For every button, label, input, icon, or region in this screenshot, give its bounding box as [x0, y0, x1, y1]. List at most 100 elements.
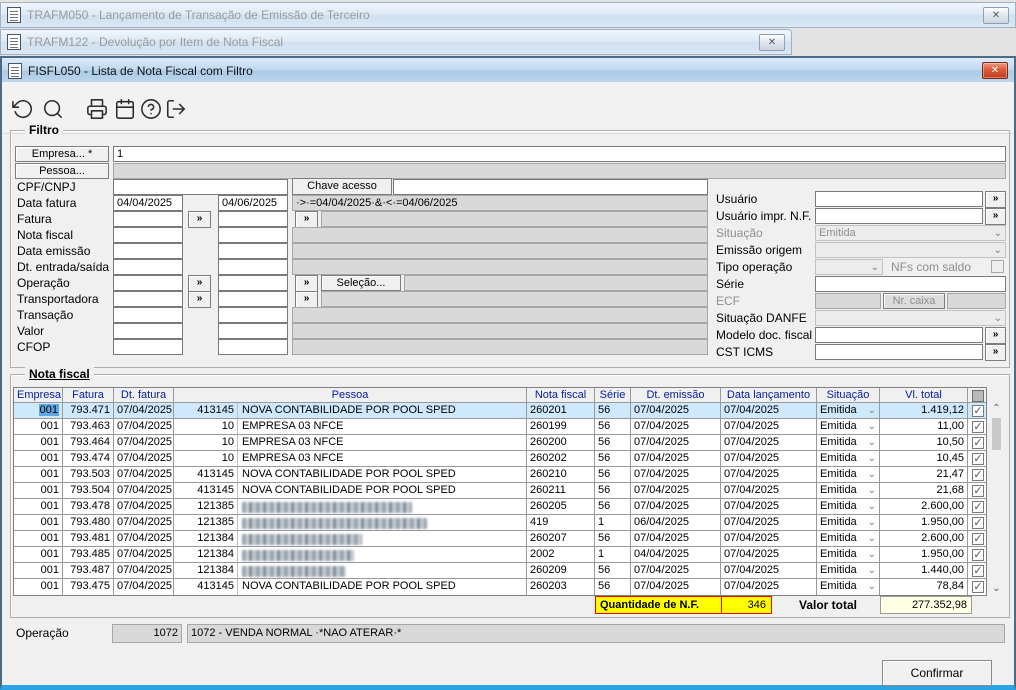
filter-field-b-3[interactable]: [218, 227, 288, 243]
pessoa-button[interactable]: Pessoa...: [15, 163, 109, 179]
row-checkbox[interactable]: ✓: [972, 500, 984, 513]
table-row[interactable]: 001 793.480 07/04/2025 121385 419 1 06/04/2025…: [14, 515, 986, 531]
row-checkbox-cell[interactable]: ✓: [968, 483, 988, 498]
filter-field-a-5[interactable]: [113, 259, 183, 275]
tipo-operacao-combo[interactable]: ⌄: [815, 259, 883, 275]
column-header-8[interactable]: Situação: [817, 388, 880, 402]
column-header-2[interactable]: Dt. fatura: [114, 388, 174, 402]
table-row[interactable]: 001 793.474 07/04/2025 10 EMPRESA 03 NFCE 260…: [14, 451, 986, 467]
cpf-cnpj-field[interactable]: [113, 179, 288, 195]
table-scrollbar[interactable]: ⌃ ⌄: [990, 403, 1003, 594]
column-header-9[interactable]: Vl. total: [880, 388, 968, 402]
situacao-combo[interactable]: Emitida ⌄: [817, 515, 880, 530]
row-checkbox-cell[interactable]: ✓: [968, 419, 988, 434]
empresa-button[interactable]: Empresa... *: [15, 146, 109, 162]
expand-right-button-2[interactable]: »: [295, 211, 318, 228]
row-checkbox[interactable]: ✓: [972, 436, 984, 449]
scroll-up-icon[interactable]: ⌃: [990, 403, 1003, 414]
empresa-field[interactable]: 1: [113, 146, 1006, 162]
situacao-combo[interactable]: Emitida ⌄: [817, 563, 880, 578]
table-row[interactable]: 001 793.463 07/04/2025 10 EMPRESA 03 NFCE 260…: [14, 419, 986, 435]
situacao-combo[interactable]: Emitida ⌄: [815, 225, 1006, 241]
scroll-thumb[interactable]: [992, 418, 1001, 450]
column-header-4[interactable]: Nota fiscal: [527, 388, 595, 402]
filter-field-b-8[interactable]: [218, 307, 288, 323]
table-row[interactable]: 001 793.475 07/04/2025 413145 NOVA CONTABILI…: [14, 579, 986, 595]
table-row[interactable]: 001 793.504 07/04/2025 413145 NOVA CONTABILI…: [14, 483, 986, 499]
filter-field-b-7[interactable]: [218, 291, 288, 307]
situacao-combo[interactable]: Emitida ⌄: [817, 547, 880, 562]
print-icon[interactable]: [86, 98, 108, 120]
column-header-5[interactable]: Série: [595, 388, 631, 402]
column-header-6[interactable]: Dt. emissão: [631, 388, 721, 402]
row-checkbox-cell[interactable]: ✓: [968, 435, 988, 450]
table-row[interactable]: 001 793.471 07/04/2025 413145 NOVA CONTABILI…: [14, 403, 986, 419]
row-checkbox[interactable]: ✓: [972, 532, 984, 545]
filter-field-b-4[interactable]: [218, 243, 288, 259]
close-icon[interactable]: ✕: [759, 33, 785, 51]
situacao-combo[interactable]: Emitida ⌄: [817, 435, 880, 450]
close-icon[interactable]: ✕: [982, 62, 1008, 79]
row-checkbox-cell[interactable]: ✓: [968, 547, 988, 562]
scroll-down-icon[interactable]: ⌄: [990, 583, 1003, 594]
filter-field-b-9[interactable]: [218, 323, 288, 339]
search-icon[interactable]: [42, 98, 64, 120]
chave-acesso-field[interactable]: [393, 179, 708, 195]
row-checkbox[interactable]: ✓: [972, 581, 984, 593]
calendar-icon[interactable]: [114, 98, 136, 120]
filter-field-b-2[interactable]: [218, 211, 288, 227]
row-checkbox[interactable]: ✓: [972, 516, 984, 529]
filter-field-a-8[interactable]: [113, 307, 183, 323]
table-row[interactable]: 001 793.503 07/04/2025 413145 NOVA CONTABILI…: [14, 467, 986, 483]
row-checkbox-cell[interactable]: ✓: [968, 531, 988, 546]
confirm-button[interactable]: Confirmar: [882, 660, 992, 686]
situacao-combo[interactable]: Emitida ⌄: [817, 483, 880, 498]
row-checkbox-cell[interactable]: ✓: [968, 563, 988, 578]
expand-button-right-0[interactable]: »: [985, 191, 1006, 208]
table-row[interactable]: 001 793.485 07/04/2025 121384 2002 1 04/04/202…: [14, 547, 986, 563]
table-row[interactable]: 001 793.481 07/04/2025 121384 260207 56 07/04/…: [14, 531, 986, 547]
select-all-header[interactable]: [968, 388, 988, 402]
column-header-1[interactable]: Fatura: [63, 388, 114, 402]
expand-button-right-1[interactable]: »: [985, 208, 1006, 225]
filter-field-a-9[interactable]: [113, 323, 183, 339]
column-header-3[interactable]: Pessoa: [174, 388, 527, 402]
filter-right-field-1[interactable]: [815, 208, 983, 224]
expand-button-7[interactable]: »: [188, 291, 211, 308]
filter-field-a-3[interactable]: [113, 227, 183, 243]
table-row[interactable]: 001 793.478 07/04/2025 121385 260205 56 07/04/…: [14, 499, 986, 515]
situacao-combo[interactable]: Emitida ⌄: [817, 467, 880, 482]
row-checkbox-cell[interactable]: ✓: [968, 467, 988, 482]
filter-field-b-10[interactable]: [218, 339, 288, 355]
row-checkbox-cell[interactable]: ✓: [968, 499, 988, 514]
table-row[interactable]: 001 793.464 07/04/2025 10 EMPRESA 03 NFCE 260…: [14, 435, 986, 451]
situacao-combo[interactable]: Emitida ⌄: [817, 499, 880, 514]
expand-button-right-8[interactable]: »: [985, 327, 1006, 344]
row-checkbox[interactable]: ✓: [972, 420, 984, 433]
expand-button-right-9[interactable]: »: [985, 344, 1006, 361]
situacao-combo[interactable]: Emitida ⌄: [817, 579, 880, 595]
row-checkbox[interactable]: ✓: [972, 484, 984, 497]
expand-right-button-6[interactable]: »: [295, 275, 318, 292]
situacao-combo[interactable]: Emitida ⌄: [817, 451, 880, 466]
row-checkbox[interactable]: ✓: [972, 404, 984, 417]
combo-3[interactable]: ⌄: [815, 242, 1006, 258]
row-checkbox[interactable]: ✓: [972, 548, 984, 561]
selecao-button[interactable]: Seleção...: [321, 275, 401, 291]
filter-right-field-0[interactable]: [815, 191, 983, 207]
column-header-0[interactable]: Empresa: [14, 388, 63, 402]
column-header-7[interactable]: Data lançamento: [721, 388, 817, 402]
filter-field-a-4[interactable]: [113, 243, 183, 259]
situacao-combo[interactable]: Emitida ⌄: [817, 419, 880, 434]
undo-icon[interactable]: [12, 98, 34, 120]
help-icon[interactable]: [140, 98, 162, 120]
select-all-checkbox[interactable]: [972, 390, 984, 402]
combo-7[interactable]: ⌄: [815, 310, 1006, 326]
filter-field-b-5[interactable]: [218, 259, 288, 275]
filter-field-a-2[interactable]: [113, 211, 183, 227]
filter-right-field-8[interactable]: [815, 327, 983, 343]
situacao-combo[interactable]: Emitida ⌄: [817, 403, 880, 418]
row-checkbox-cell[interactable]: ✓: [968, 451, 988, 466]
exit-icon[interactable]: [165, 98, 187, 120]
row-checkbox[interactable]: ✓: [972, 468, 984, 481]
